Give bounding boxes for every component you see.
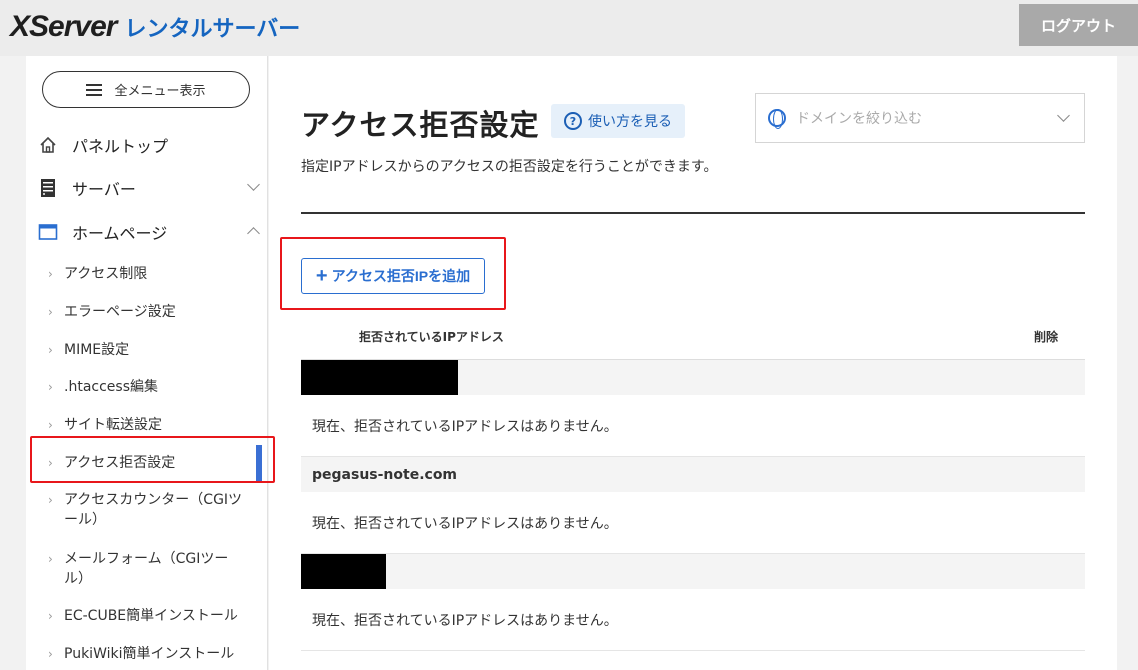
add-deny-ip-label: アクセス拒否IPを追加	[331, 268, 471, 284]
domain-filter-placeholder: ドメインを絞り込む	[796, 111, 922, 127]
row-separator	[301, 650, 1085, 651]
sidebar-item-label: ホームページ	[72, 224, 168, 243]
chevron-right-icon: ›	[48, 305, 53, 319]
top-bar: XServer レンタルサーバー ログアウト	[0, 0, 1138, 56]
sidebar-subitem[interactable]: › サイト転送設定	[48, 415, 258, 435]
page-description: 指定IPアドレスからのアクセスの拒否設定を行うことができます。	[301, 159, 718, 175]
sidebar-subitem[interactable]: › エラーページ設定	[48, 302, 258, 322]
domain-row-header	[301, 360, 1085, 395]
help-label: 使い方を見る	[588, 114, 672, 130]
add-deny-ip-button[interactable]: + アクセス拒否IPを追加	[301, 258, 485, 294]
sidebar-subitem-label: PukiWiki簡単インストール	[64, 646, 235, 662]
sidebar-subitem[interactable]: › メールフォーム（CGIツール）	[48, 549, 258, 589]
empty-ip-message: 現在、拒否されているIPアドレスはありません。	[312, 516, 618, 532]
home-icon	[38, 135, 58, 155]
sidebar-subitem-label: MIME設定	[64, 342, 130, 358]
xserver-logo[interactable]: XServer レンタルサーバー	[10, 10, 300, 44]
domain-row-header	[301, 554, 1085, 589]
column-header-delete: 削除	[1034, 330, 1059, 344]
chevron-up-icon	[247, 227, 260, 240]
domain-filter-select[interactable]: ドメインを絞り込む	[755, 93, 1085, 143]
window-icon	[38, 222, 58, 242]
sidebar: 全メニュー表示 パネルトップ サーバー ホームページ › アクセス制限 › エラーペ…	[26, 56, 268, 670]
chevron-right-icon: ›	[48, 267, 53, 281]
sidebar-item-homepage[interactable]: ホームページ	[38, 218, 260, 246]
chevron-right-icon: ›	[48, 552, 53, 566]
redacted-domain	[301, 554, 386, 589]
chevron-down-icon	[247, 178, 260, 191]
empty-ip-message: 現在、拒否されているIPアドレスはありません。	[312, 613, 618, 629]
all-menu-button[interactable]: 全メニュー表示	[42, 71, 250, 108]
divider	[301, 212, 1085, 214]
chevron-right-icon: ›	[48, 380, 53, 394]
help-button[interactable]: ? 使い方を見る	[551, 104, 685, 138]
sidebar-subitem-label: エラーページ設定	[64, 304, 176, 320]
sidebar-subitem-label: メールフォーム（CGIツール）	[64, 551, 229, 587]
logo-sub: レンタルサーバー	[124, 17, 301, 42]
question-icon: ?	[564, 112, 582, 130]
chevron-right-icon: ›	[48, 647, 53, 661]
chevron-right-icon: ›	[48, 456, 53, 470]
domain-row-header: pegasus-note.com	[301, 457, 1085, 492]
logout-button[interactable]: ログアウト	[1019, 4, 1138, 46]
sidebar-item-panel-top[interactable]: パネルトップ	[38, 131, 258, 159]
sidebar-subitem-label: アクセス拒否設定	[64, 455, 176, 471]
sidebar-item-server[interactable]: サーバー	[38, 174, 260, 202]
sidebar-subitem-label: アクセスカウンター（CGIツール）	[64, 492, 243, 528]
plus-icon: +	[315, 264, 328, 287]
sidebar-subitem[interactable]: › MIME設定	[48, 340, 258, 360]
redacted-domain	[301, 360, 458, 395]
sidebar-item-label: パネルトップ	[72, 137, 169, 156]
logo-main: XServer	[10, 10, 117, 43]
all-menu-label: 全メニュー表示	[114, 84, 206, 99]
page-title: アクセス拒否設定	[301, 108, 540, 142]
sidebar-subitem[interactable]: › .htaccess編集	[48, 377, 258, 397]
sidebar-item-label: サーバー	[72, 180, 136, 199]
sidebar-subitem[interactable]: › アクセス制限	[48, 264, 258, 284]
sidebar-subitem-label: .htaccess編集	[64, 379, 158, 395]
sidebar-subitem-label: EC-CUBE簡単インストール	[64, 608, 238, 624]
main-content: アクセス拒否設定 ? 使い方を見る ドメインを絞り込む 指定IPアドレスからのア…	[269, 56, 1117, 670]
chevron-right-icon: ›	[48, 609, 53, 623]
chevron-right-icon: ›	[48, 493, 53, 507]
sidebar-subitem[interactable]: › PukiWiki簡単インストール	[48, 644, 258, 664]
hamburger-icon	[86, 83, 103, 96]
domain-name: pegasus-note.com	[312, 467, 458, 483]
sidebar-subitem[interactable]: › EC-CUBE簡単インストール	[48, 606, 258, 626]
sidebar-subitem-active[interactable]: › アクセス拒否設定	[48, 445, 262, 481]
sidebar-subitem-label: アクセス制限	[64, 266, 148, 282]
column-header-ip: 拒否されているIPアドレス	[359, 330, 504, 344]
server-icon	[38, 178, 58, 198]
sidebar-subitem[interactable]: › アクセスカウンター（CGIツール）	[48, 490, 258, 530]
empty-ip-message: 現在、拒否されているIPアドレスはありません。	[312, 419, 618, 435]
chevron-right-icon: ›	[48, 418, 53, 432]
chevron-right-icon: ›	[48, 343, 53, 357]
sidebar-subitem-label: サイト転送設定	[64, 417, 162, 433]
chevron-down-icon	[1057, 109, 1070, 122]
globe-icon	[768, 109, 786, 129]
